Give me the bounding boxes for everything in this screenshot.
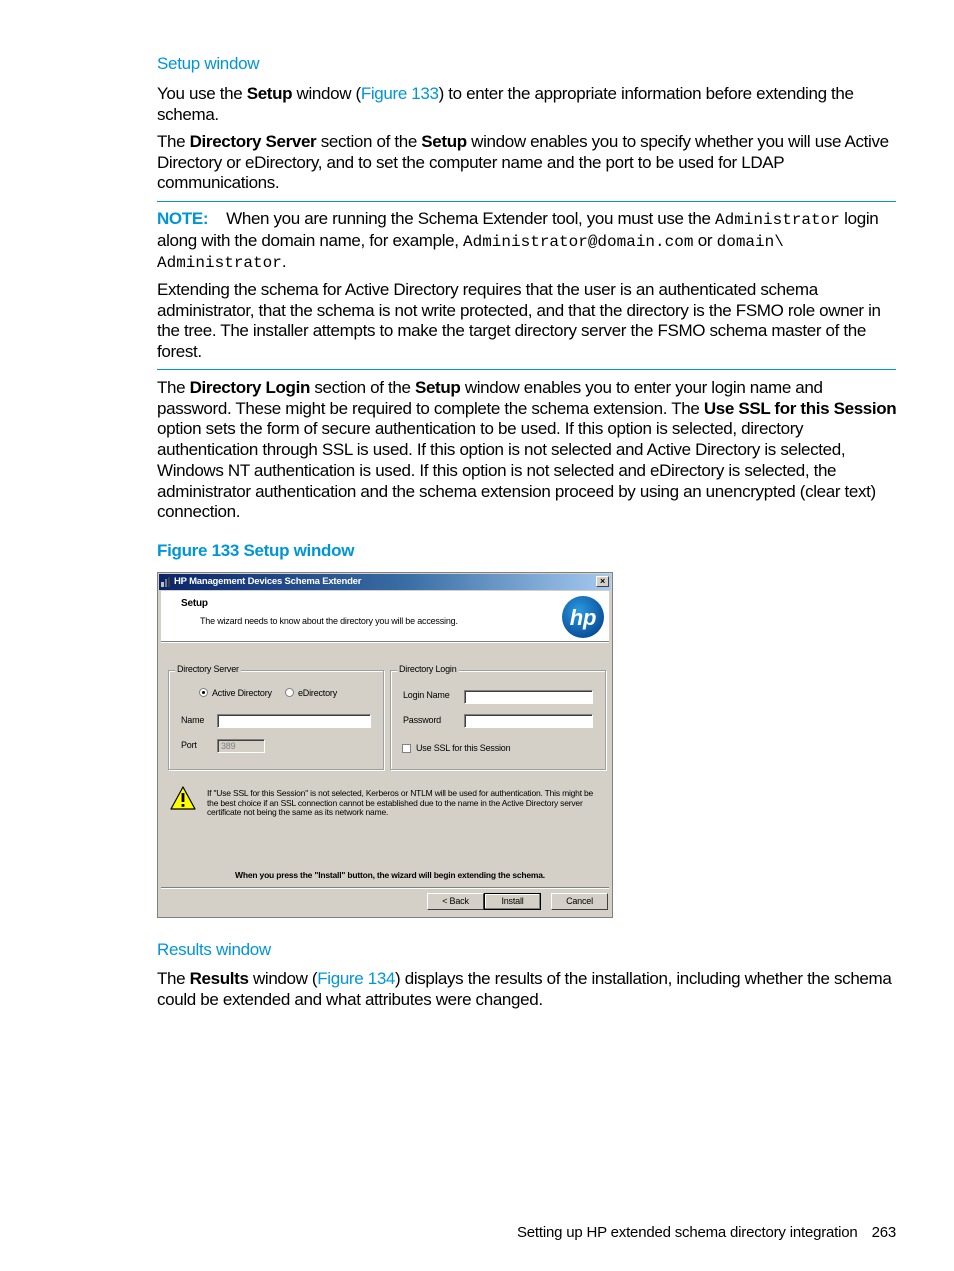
ssl-warning-text: If "Use SSL for this Session" is not sel… [207,788,594,818]
wizard-header: Setup The wizard needs to know about the… [161,591,609,642]
app-icon [161,577,170,587]
footer-separator [161,887,609,889]
directory-login-legend: Directory Login [397,664,459,674]
password-label: Password [403,715,441,725]
dialog-titlebar: HP Management Devices Schema Extender × [159,574,611,590]
wizard-step-subtitle: The wizard needs to know about the direc… [200,616,458,626]
back-button[interactable]: < Back [427,893,484,910]
text: window ( [292,84,362,103]
text: window ( [248,969,318,988]
text: section of the [316,132,422,151]
use-ssl-label[interactable]: Use SSL for this Session [416,743,511,753]
figure-133-link[interactable]: Figure 133 [361,84,439,103]
install-message: When you press the "Install" button, the… [235,870,545,880]
text: When you are running the Schema Extender… [226,209,715,228]
directory-login-group: Directory Login Login Name Password Use … [390,664,606,770]
edirectory-label[interactable]: eDirectory [298,688,337,698]
results-window-heading: Results window [157,940,271,959]
login-name-input[interactable] [464,690,593,704]
warning-icon [170,786,196,810]
page-footer: Setting up HP extended schema directory … [517,1224,896,1241]
name-label: Name [181,715,205,725]
bold-text: Setup [414,378,461,397]
bold-text: Use SSL for this Session [703,398,897,418]
wizard-step-title: Setup [181,598,208,609]
bold-text: Results [189,969,249,988]
dialog-title: HP Management Devices Schema Extender [174,576,362,587]
directory-server-legend: Directory Server [175,664,241,674]
install-button[interactable]: Install [484,893,541,910]
text: or [693,230,717,250]
text: The [157,378,190,397]
figure-134-link[interactable]: Figure 134 [317,969,395,988]
port-input: 389 [217,739,265,753]
page-number: 263 [871,1224,897,1241]
password-input[interactable] [464,714,593,728]
login-name-label: Login Name [403,690,450,700]
note-top-rule [157,201,896,202]
name-input[interactable] [217,714,371,728]
hp-logo-text: hp [570,605,596,630]
close-icon: × [599,576,606,586]
directory-server-group: Directory Server Active Directory eDirec… [168,664,384,770]
port-label: Port [181,740,197,750]
directory-server-paragraph: The Directory Server section of the Setu… [157,132,899,194]
note-bottom-rule [157,369,896,370]
use-ssl-checkbox[interactable] [402,744,411,753]
note-second-paragraph: Extending the schema for Active Director… [157,280,881,362]
schema-extender-dialog: HP Management Devices Schema Extender × … [157,572,613,918]
active-directory-radio[interactable] [199,688,208,697]
text: The [157,132,190,151]
results-paragraph: The Results window (Figure 134) displays… [157,969,899,1010]
setup-intro-paragraph: You use the Setup window (Figure 133) to… [157,84,899,125]
active-directory-label[interactable]: Active Directory [212,688,272,698]
bold-text: Directory Server [189,132,317,151]
bold-text: Setup [246,84,293,103]
hp-logo-icon: hp [562,596,604,638]
note-label: NOTE: [157,209,209,228]
figure-caption: Figure 133 Setup window [157,541,355,560]
code-text: Administrator [714,211,840,229]
header-separator [161,642,609,643]
bold-text: Directory Login [189,378,311,397]
close-button[interactable]: × [596,576,609,587]
note-paragraph: NOTE: When you are running the Schema Ext… [157,209,899,274]
text: . [281,252,287,272]
cancel-button[interactable]: Cancel [551,893,608,910]
text: You use the [157,84,247,103]
text: section of the [310,378,415,397]
bold-text: Setup [421,132,467,151]
text: option sets the form of secure authentic… [157,419,876,522]
directory-login-paragraph: The Directory Login section of the Setup… [157,378,899,523]
setup-window-heading: Setup window [157,54,260,73]
footer-title: Setting up HP extended schema directory … [516,1224,858,1241]
code-text: Administrator@domain.com [463,232,694,251]
edirectory-radio[interactable] [285,688,294,697]
text: The [157,969,190,988]
